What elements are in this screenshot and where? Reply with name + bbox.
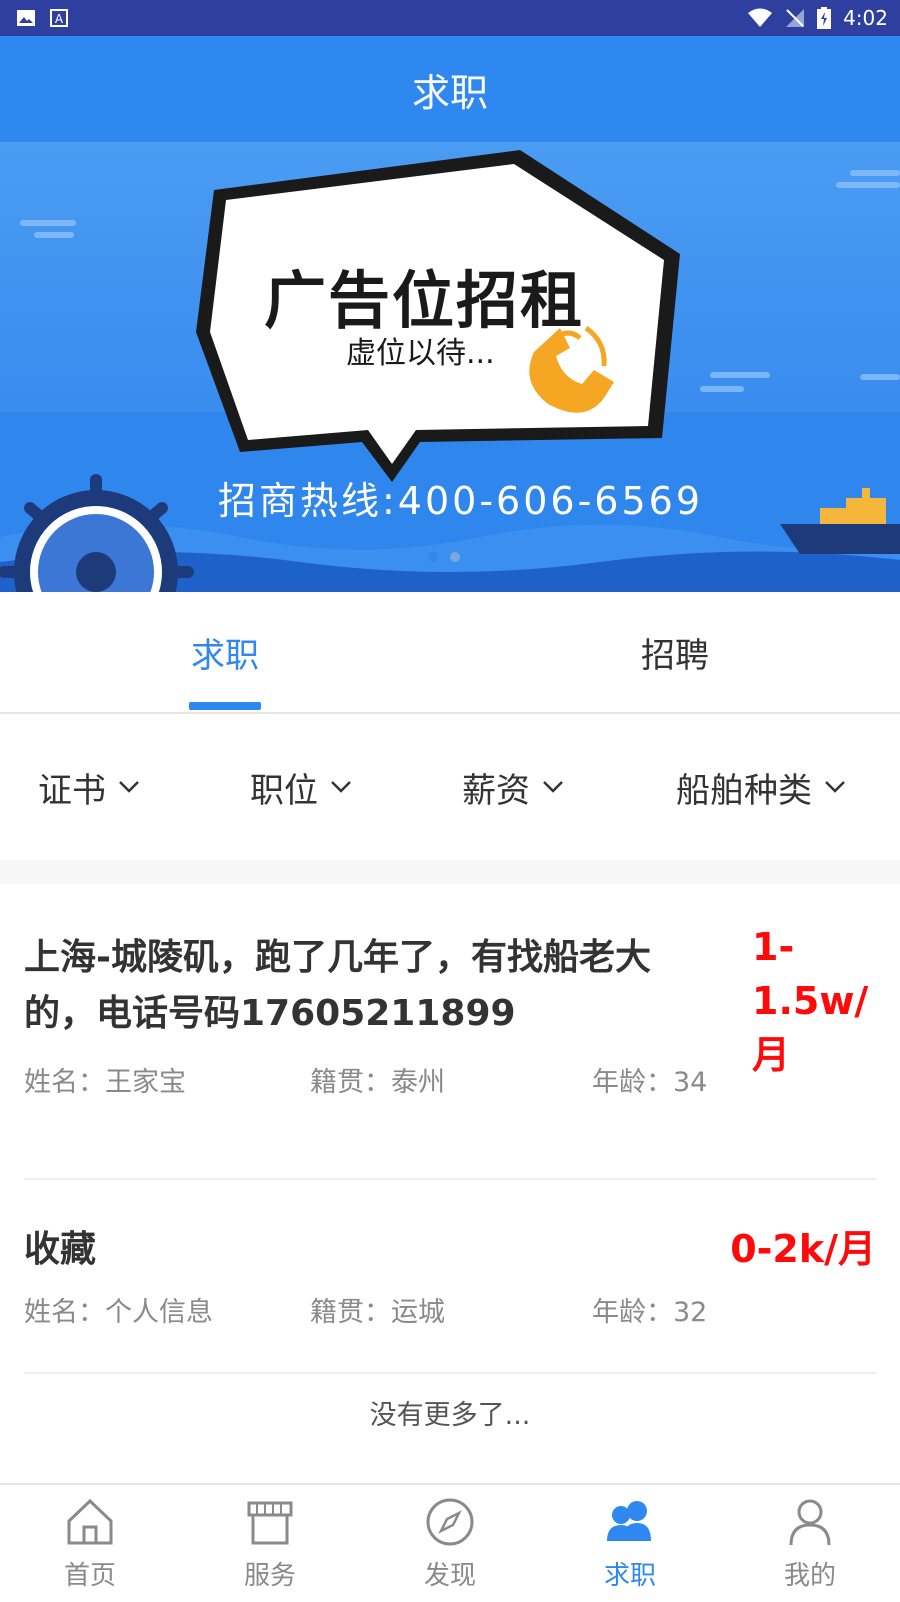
page-title: 求职 [411, 70, 488, 115]
person-icon [789, 1499, 831, 1546]
job-origin: 籍贯：运城 [310, 1297, 445, 1328]
status-bar: A 4:02 [0, 0, 900, 36]
nav-discover[interactable]: 发现 [360, 1485, 540, 1602]
wifi-icon [748, 8, 773, 27]
nav-mine[interactable]: 我的 [720, 1485, 900, 1602]
tab-job-seeking[interactable]: 求职 [0, 592, 450, 712]
job-list-item[interactable]: 上海-城陵矶，跑了几年了，有找船老大的，电话号码17605211899 1-1.… [24, 925, 876, 1170]
text-notification-icon: A [50, 9, 68, 27]
list-divider [24, 1178, 876, 1180]
job-list-item[interactable]: 收藏 0-2k/月 姓名：个人信息 籍贯：运城 年龄：32 [24, 1222, 876, 1342]
filter-position[interactable]: 职位 [250, 714, 354, 860]
filter-certificate-label: 证书 [38, 770, 106, 811]
nav-jobs[interactable]: 求职 [540, 1485, 720, 1602]
job-title: 收藏 [24, 1229, 97, 1270]
job-title: 上海-城陵矶，跑了几年了，有找船老大的，电话号码17605211899 [24, 937, 651, 1034]
filter-certificate[interactable]: 证书 [38, 714, 142, 860]
section-gap [0, 860, 900, 884]
nav-mine-label: 我的 [783, 1561, 836, 1591]
home-icon [67, 1498, 113, 1545]
banner-pagination [428, 552, 460, 562]
banner-hotline: 招商热线:400-606-6569 [218, 479, 703, 523]
users-icon [607, 1501, 651, 1541]
filter-ship-type[interactable]: 船舶种类 [676, 714, 848, 860]
nav-home-label: 首页 [63, 1561, 116, 1591]
filter-position-label: 职位 [250, 770, 318, 811]
compass-icon [426, 1498, 474, 1546]
job-origin: 籍贯：泰州 [310, 1067, 445, 1098]
banner-headline: 广告位招租 [264, 264, 585, 337]
nav-service-label: 服务 [243, 1561, 296, 1591]
nav-home[interactable]: 首页 [0, 1485, 180, 1602]
nav-service[interactable]: 服务 [180, 1485, 360, 1602]
nav-jobs-label: 求职 [603, 1561, 656, 1591]
tab-indicator [189, 702, 261, 710]
job-age: 年龄：32 [592, 1297, 708, 1328]
tab-recruiting-label: 招聘 [641, 635, 709, 676]
svg-text:A: A [55, 12, 64, 26]
banner-subline: 虚位以待... [346, 336, 495, 371]
store-icon [247, 1501, 293, 1545]
chevron-down-icon [119, 781, 139, 793]
image-notification-icon [17, 10, 35, 26]
filter-salary[interactable]: 薪资 [462, 714, 566, 860]
job-name: 姓名：个人信息 [24, 1297, 213, 1328]
ad-banner[interactable]: 广告位招租 虚位以待... 招商热线:400-606-6569 [0, 142, 900, 592]
nav-discover-label: 发现 [423, 1561, 476, 1591]
status-time: 4:02 [843, 6, 888, 30]
signal-icon [786, 9, 805, 27]
banner-dot-active[interactable] [428, 552, 438, 562]
no-more-text: 没有更多了... [369, 1399, 531, 1431]
bottom-nav: 首页 服务 发现 求职 我的 [0, 1483, 900, 1602]
job-salary: 0-2k/月 [730, 1227, 876, 1271]
filter-bar: 证书 职位 薪资 船舶种类 [0, 714, 900, 860]
tab-bar: 求职 招聘 [0, 592, 900, 714]
chevron-down-icon [331, 781, 351, 793]
banner-dot[interactable] [450, 552, 460, 562]
filter-ship-type-label: 船舶种类 [676, 770, 812, 811]
chevron-down-icon [825, 781, 845, 793]
tab-job-seeking-label: 求职 [191, 635, 259, 676]
battery-icon [817, 7, 832, 29]
job-salary: 1-1.5w/月 [752, 925, 869, 1077]
filter-salary-label: 薪资 [462, 770, 530, 811]
tab-recruiting[interactable]: 招聘 [450, 592, 900, 712]
job-age: 年龄：34 [592, 1067, 708, 1098]
app-bar: 求职 [0, 36, 900, 142]
chevron-down-icon [543, 781, 563, 793]
job-name: 姓名：王家宝 [24, 1067, 186, 1098]
